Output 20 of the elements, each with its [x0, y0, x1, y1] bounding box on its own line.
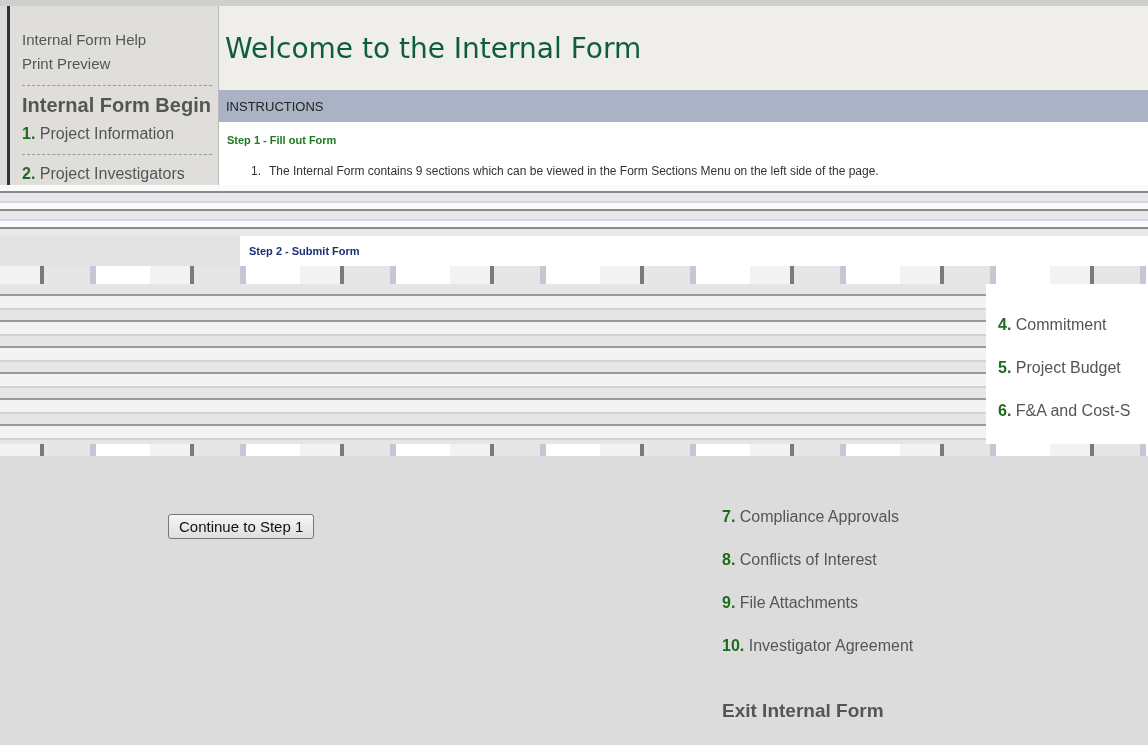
continue-button[interactable]: Continue to Step 1 — [168, 514, 315, 539]
page-title: Welcome to the Internal Form — [225, 31, 642, 65]
section-link[interactable]: 8. Conflicts of Interest — [722, 549, 914, 571]
section-link[interactable]: 6. F&A and Cost-S — [998, 400, 1148, 422]
section-link[interactable]: 5. Project Budget — [998, 357, 1148, 379]
exit-link[interactable]: Exit Internal Form — [722, 700, 914, 722]
sidebar-link[interactable]: Print Preview — [22, 52, 212, 76]
section-link[interactable]: 7. Compliance Approvals — [722, 506, 914, 528]
section-link[interactable]: 10. Investigator Agreement — [722, 635, 914, 657]
section-link[interactable]: 4. Commitment — [998, 314, 1148, 336]
section-link[interactable]: 2. Project Investigators — [22, 163, 212, 185]
step-heading: Step 1 - Fill out Form — [227, 134, 337, 146]
sidebar-link[interactable]: Internal Form Help — [22, 28, 212, 52]
section-bar-title: INSTRUCTIONS — [226, 98, 324, 114]
section-link[interactable]: 9. File Attachments — [722, 592, 914, 614]
list-number: 1. — [251, 164, 261, 178]
instruction-text: The Internal Form contains 9 sections which can be viewed in the Form Sections Menu on the left side of the page. — [269, 164, 879, 178]
section-link[interactable]: 1. Project Information — [22, 123, 212, 145]
step-heading: Step 2 - Submit Form — [249, 245, 360, 257]
sidebar-heading: Internal Form Begin — [22, 94, 212, 117]
